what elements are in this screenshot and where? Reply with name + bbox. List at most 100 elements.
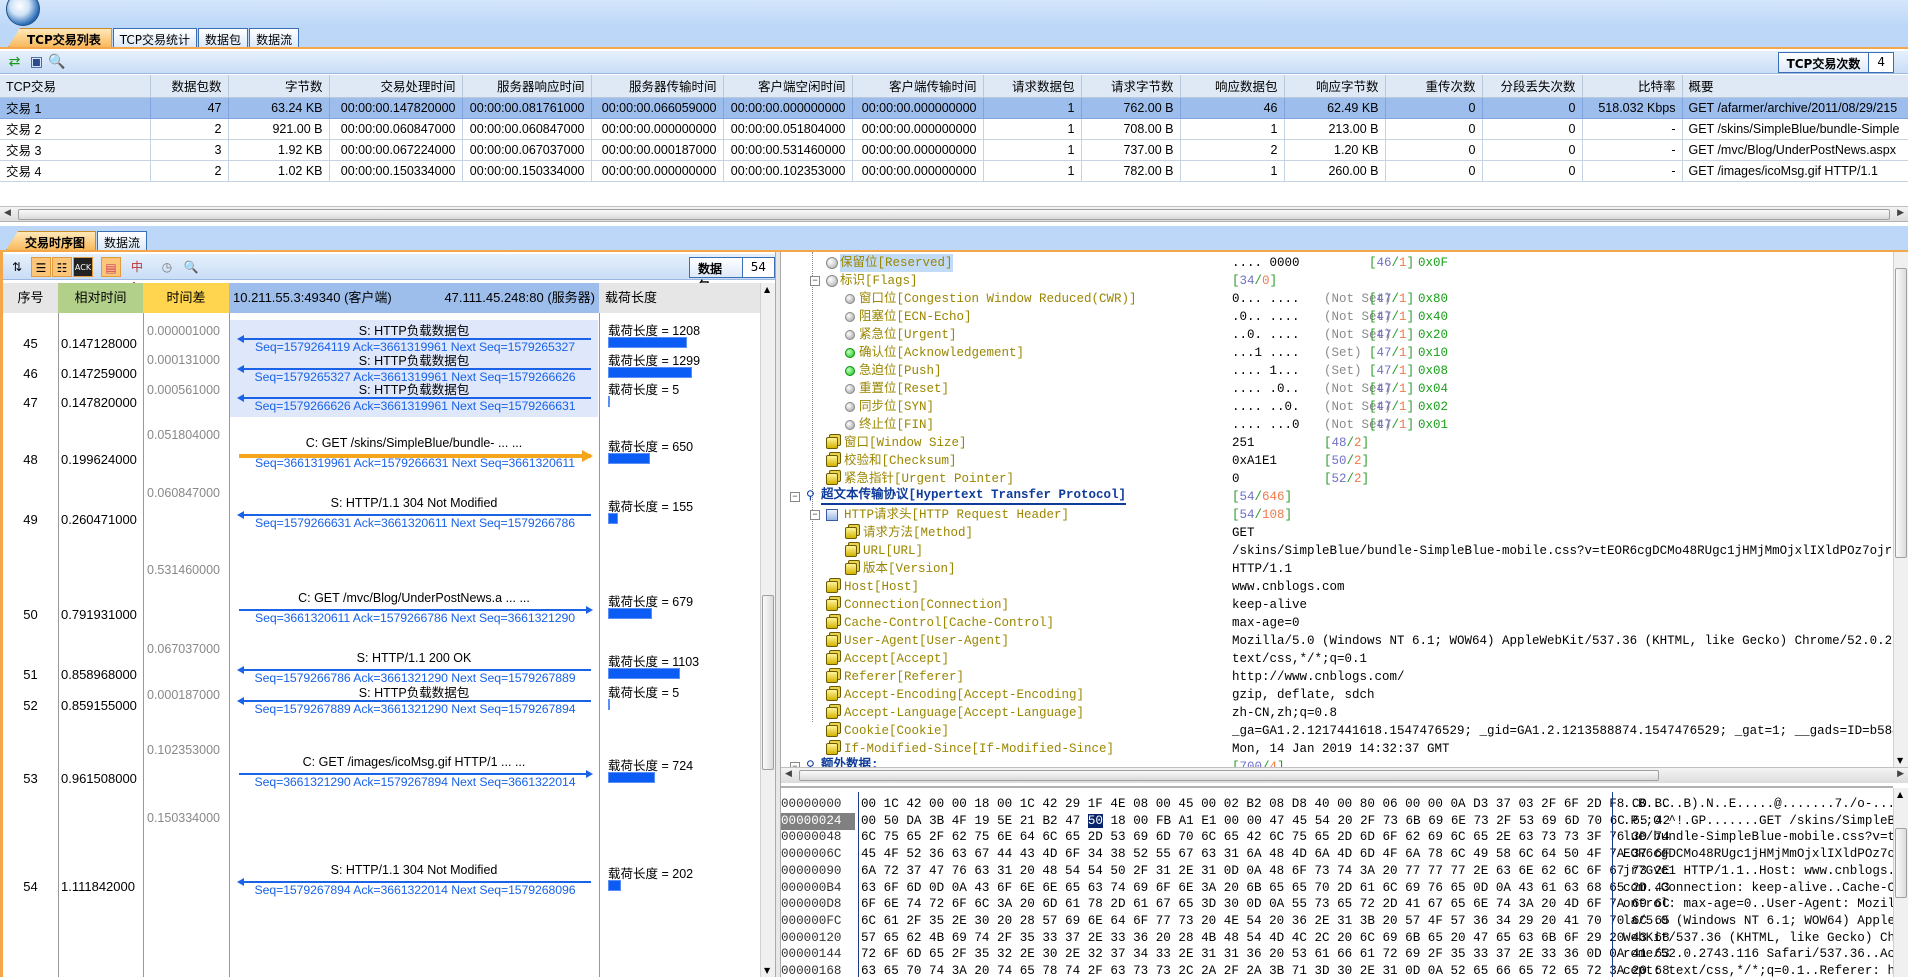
- search-icon[interactable]: 🔍: [48, 54, 65, 71]
- scroll-right-icon[interactable]: ▶: [1897, 208, 1904, 218]
- hex-row[interactable]: 00000024 00 50 DA 3B 4F 19 5E 21 B2 47 50…: [781, 812, 1893, 830]
- tab-lower-1[interactable]: 数据流: [97, 231, 148, 250]
- tree-label[interactable]: 请求方法[Method]: [863, 524, 973, 542]
- tree-label[interactable]: Accept[Accept]: [844, 650, 949, 668]
- hex-byte[interactable]: 20: [1337, 814, 1352, 828]
- color-bar-icon[interactable]: ▤: [101, 257, 121, 277]
- packet-number[interactable]: 52: [3, 698, 58, 713]
- column-header[interactable]: TCP交易: [0, 75, 151, 98]
- tree-scrollbar[interactable]: ▼: [1893, 252, 1908, 767]
- hex-byte[interactable]: 2F: [1360, 814, 1375, 828]
- packet-label[interactable]: S: HTTP负载数据包: [237, 379, 591, 398]
- tree-node[interactable]: 版本[Version] HTTP/1.1: [781, 560, 1893, 578]
- column-header[interactable]: 交易处理时间: [329, 75, 463, 98]
- tree-label[interactable]: Referer[Referer]: [844, 668, 964, 686]
- column-header[interactable]: 客户端传输时间: [852, 75, 984, 98]
- tree-node[interactable]: Referer[Referer] http://www.cnblogs.com/: [781, 668, 1893, 686]
- packet-label[interactable]: C: GET /images/icoMsg.gif HTTP/1 ... ...: [237, 755, 591, 769]
- hex-byte[interactable]: 00: [1247, 814, 1262, 828]
- hex-byte[interactable]: 19: [974, 814, 989, 828]
- tree-node[interactable]: 重置位[Reset].... .0.. (Not Set) [47/1] 0x04: [781, 380, 1893, 398]
- packet-label[interactable]: S: HTTP负载数据包: [237, 350, 591, 369]
- table-row[interactable]: 交易 4 2 1.02 KB 00:00:00.150334000 00:00:00.1…: [0, 160, 1908, 182]
- tab-lower-0[interactable]: 交易时序图: [6, 231, 97, 250]
- tree-node[interactable]: Host[Host] www.cnblogs.com: [781, 578, 1893, 596]
- tree-label[interactable]: 保留位[Reserved]: [840, 254, 953, 272]
- hex-row[interactable]: 00000090 6A 72 37 47 76 63 31 20 48 54 54…: [781, 863, 1893, 880]
- tree-label[interactable]: HTTP请求头[HTTP Request Header]: [844, 506, 1069, 524]
- packet-label[interactable]: S: HTTP负载数据包: [237, 320, 591, 339]
- tree-label[interactable]: 同步位[SYN]: [859, 398, 934, 416]
- tree-label[interactable]: 窗口位[Congestion Window Reduced(CWR)]: [859, 290, 1137, 308]
- tree-node[interactable]: URL[URL] /skins/SimpleBlue/bundle-SimpleB…: [781, 542, 1893, 560]
- collapse-icon[interactable]: −: [810, 276, 820, 286]
- column-header[interactable]: 客户端空闲时间: [723, 75, 853, 98]
- tree-node[interactable]: Cache-Control[Cache-Control] max-age=0: [781, 614, 1893, 632]
- packet-label[interactable]: S: HTTP/1.1 304 Not Modified: [237, 496, 591, 510]
- tab-main-2[interactable]: 数据包: [198, 28, 249, 47]
- hex-scrollbar[interactable]: ▲: [1893, 788, 1908, 977]
- tree-node[interactable]: 同步位[SYN].... ..0. (Not Set) [47/1] 0x02: [781, 398, 1893, 416]
- column-header[interactable]: 重传次数: [1385, 75, 1483, 98]
- tab-main-1[interactable]: TCP交易统计: [112, 28, 198, 47]
- collapse-icon[interactable]: −: [790, 492, 800, 502]
- tree-label[interactable]: 标识[Flags]: [840, 272, 918, 290]
- hex-byte[interactable]: 47: [1065, 814, 1080, 828]
- tree-node[interactable]: 急迫位[Push].... 1... (Set) [47/1] 0x08: [781, 362, 1893, 380]
- packet-number[interactable]: 46: [3, 366, 58, 381]
- tree-node[interactable]: − ⚲ 额外数据: [700/4]: [781, 758, 1893, 767]
- tree-node[interactable]: − 标识[Flags] [34/0]: [781, 272, 1893, 290]
- save-icon[interactable]: ▣: [28, 54, 45, 71]
- hex-byte[interactable]: 18: [1111, 814, 1126, 828]
- tree-node[interactable]: Connection[Connection] keep-alive: [781, 596, 1893, 614]
- packet-number[interactable]: 54: [3, 879, 58, 894]
- packet-number[interactable]: 53: [3, 771, 58, 786]
- tree-label[interactable]: 急迫位[Push]: [859, 362, 942, 380]
- scroll-down-icon[interactable]: ▼: [1897, 756, 1903, 765]
- scroll-up-icon[interactable]: ▲: [764, 285, 770, 294]
- tree-node[interactable]: 窗口[Window Size] 251 [48/2]: [781, 434, 1893, 452]
- column-header[interactable]: 概要: [1682, 75, 1908, 98]
- tree-label[interactable]: 重置位[Reset]: [859, 380, 949, 398]
- tree-label[interactable]: URL[URL]: [863, 542, 923, 560]
- scrollbar-thumb[interactable]: [1895, 268, 1907, 558]
- hex-byte[interactable]: 6E: [1451, 814, 1466, 828]
- hex-row[interactable]: 0000006C 45 4F 52 36 63 67 44 43 4D 6F 34…: [781, 846, 1893, 863]
- hex-byte[interactable]: E1: [1201, 814, 1216, 828]
- tree-label[interactable]: 校验和[Checksum]: [844, 452, 957, 470]
- tree-node[interactable]: 保留位[Reserved].... 0000 [46/1] 0x0F: [781, 254, 1893, 272]
- hex-byte[interactable]: 50: [884, 814, 899, 828]
- ack-icon[interactable]: ACK: [73, 257, 93, 277]
- table-row[interactable]: 交易 3 3 1.92 KB 00:00:00.067224000 00:00:00.0…: [0, 139, 1908, 161]
- tree-node[interactable]: User-Agent[User-Agent] Mozilla/5.0 (Windo…: [781, 632, 1893, 650]
- column-header[interactable]: 服务器传输时间: [591, 75, 724, 98]
- transaction-table-scrollbar[interactable]: ◀ ▶: [0, 206, 1908, 222]
- tree-node[interactable]: If-Modified-Since[If-Modified-Since] Mon,…: [781, 740, 1893, 758]
- hex-row[interactable]: 000000D8 6F 6E 74 72 6F 6C 3A 20 6D 61 78…: [781, 896, 1893, 913]
- number-format-icon[interactable]: ⇅: [7, 257, 27, 277]
- tree-label[interactable]: Cache-Control[Cache-Control]: [844, 614, 1054, 632]
- hex-byte[interactable]: 00: [1224, 814, 1239, 828]
- hex-byte[interactable]: A1: [1179, 814, 1194, 828]
- table-row[interactable]: 交易 1 47 63.24 KB 00:00:00.147820000 00:00:00…: [0, 97, 1908, 119]
- packet-number[interactable]: 47: [3, 395, 58, 410]
- tree-node[interactable]: 窗口位[Congestion Window Reduced(CWR)] 0... …: [781, 290, 1893, 308]
- tree-label[interactable]: 版本[Version]: [863, 560, 956, 578]
- hex-byte[interactable]: 45: [1292, 814, 1307, 828]
- hex-row[interactable]: 00000048 6C 75 65 2F 62 75 6E 64 6C 65 2D…: [781, 829, 1893, 846]
- packet-label[interactable]: S: HTTP/1.1 200 OK: [237, 651, 591, 665]
- font-color-icon[interactable]: 中A▾: [127, 257, 147, 294]
- tree-label[interactable]: Connection[Connection]: [844, 596, 1009, 614]
- hex-byte[interactable]: 3B: [929, 814, 944, 828]
- column-header[interactable]: 字节数: [228, 75, 330, 98]
- column-header[interactable]: 请求字节数: [1081, 75, 1181, 98]
- hex-byte[interactable]: 53: [1519, 814, 1534, 828]
- packet-number[interactable]: 50: [3, 607, 58, 622]
- tree-label[interactable]: Host[Host]: [844, 578, 919, 596]
- hex-byte[interactable]: 54: [1315, 814, 1330, 828]
- column-header[interactable]: 响应数据包: [1180, 75, 1285, 98]
- tree-node[interactable]: 确认位[Acknowledgement] ...1 .... (Set) [47/1]…: [781, 344, 1893, 362]
- hex-byte[interactable]: 69: [1428, 814, 1443, 828]
- tree-node[interactable]: Accept[Accept] text/css,*/*;q=0.1: [781, 650, 1893, 668]
- hex-byte[interactable]: 5E: [997, 814, 1012, 828]
